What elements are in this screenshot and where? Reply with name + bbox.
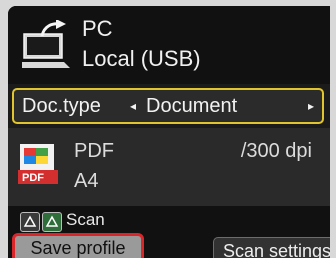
file-format: PDF — [74, 140, 114, 162]
black-white-scan-icon[interactable] — [20, 212, 40, 232]
scan-label: Scan — [66, 210, 105, 229]
pdf-file-icon: PDF — [18, 144, 58, 184]
printer-screen: PC Local (USB) Doc.type ◂ Document ▸ PDF… — [8, 6, 330, 258]
color-scan-icon[interactable] — [42, 212, 62, 232]
doc-type-label: Doc.type — [22, 95, 101, 117]
bottom-bar: Scan Save profile Scan settings — [8, 206, 330, 258]
destination-connection: Local (USB) — [82, 46, 201, 71]
resolution: /300 dpi — [240, 140, 312, 162]
doc-type-value: Document — [146, 95, 238, 117]
pc-icon — [22, 20, 70, 68]
arrow-right-icon[interactable]: ▸ — [308, 99, 314, 113]
doc-type-selector[interactable]: Doc.type ◂ Document ▸ — [12, 88, 324, 124]
save-profile-button[interactable]: Save profile — [12, 233, 144, 258]
arrow-left-icon[interactable]: ◂ — [130, 99, 136, 113]
svg-text:PDF: PDF — [22, 172, 44, 184]
paper-size: A4 — [74, 170, 99, 192]
destination-name: PC — [82, 16, 113, 41]
scan-settings-summary[interactable]: PDF PDF /300 dpi A4 — [8, 128, 330, 206]
scan-settings-button[interactable]: Scan settings — [213, 237, 330, 258]
destination-panel[interactable]: PC Local (USB) — [8, 6, 330, 84]
